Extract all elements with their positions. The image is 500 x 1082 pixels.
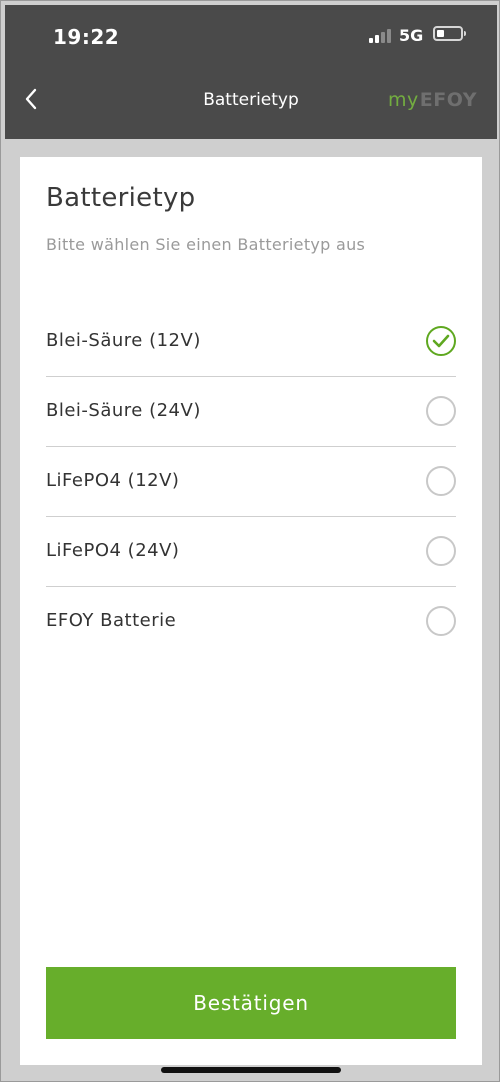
option-lead-acid-24v[interactable]: Blei-Säure (24V) <box>46 377 456 447</box>
option-lifepo4-12v[interactable]: LiFePO4 (12V) <box>46 447 456 517</box>
logo-efoy: EFOY <box>419 89 477 111</box>
card-subtitle: Bitte wählen Sie einen Batterietyp aus <box>46 235 366 254</box>
cellular-signal-icon <box>369 27 395 43</box>
option-lead-acid-12v[interactable]: Blei-Säure (12V) <box>46 307 456 377</box>
card-title: Batterietyp <box>46 183 196 213</box>
option-label: Blei-Säure (24V) <box>46 400 201 421</box>
option-lifepo4-24v[interactable]: LiFePO4 (24V) <box>46 517 456 587</box>
battery-type-card: Batterietyp Bitte wählen Sie einen Batte… <box>20 157 482 1065</box>
radio-unchecked-icon[interactable] <box>426 536 456 566</box>
home-indicator[interactable] <box>161 1067 341 1073</box>
radio-unchecked-icon[interactable] <box>426 466 456 496</box>
network-type: 5G <box>399 26 424 45</box>
radio-checked-icon[interactable] <box>426 326 456 356</box>
option-efoy-battery[interactable]: EFOY Batterie <box>46 587 456 656</box>
confirm-button[interactable]: Bestätigen <box>46 967 456 1039</box>
app-frame: 19:22 5G Batterietyp myEFOY Batterietyp … <box>0 0 500 1082</box>
checkmark-icon <box>432 334 450 348</box>
logo-my: my <box>388 89 419 111</box>
radio-unchecked-icon[interactable] <box>426 606 456 636</box>
battery-icon <box>433 26 466 41</box>
option-label: EFOY Batterie <box>46 610 177 631</box>
option-label: LiFePO4 (24V) <box>46 540 180 561</box>
battery-type-list: Blei-Säure (12V) Blei-Säure (24V) LiFePO… <box>46 307 456 656</box>
radio-unchecked-icon[interactable] <box>426 396 456 426</box>
status-time: 19:22 <box>53 25 120 49</box>
status-bar: 19:22 5G <box>5 5 497 61</box>
option-label: LiFePO4 (12V) <box>46 470 180 491</box>
option-label: Blei-Säure (12V) <box>46 330 201 351</box>
myefoy-logo: myEFOY <box>388 89 477 111</box>
nav-bar: Batterietyp myEFOY <box>5 61 497 139</box>
